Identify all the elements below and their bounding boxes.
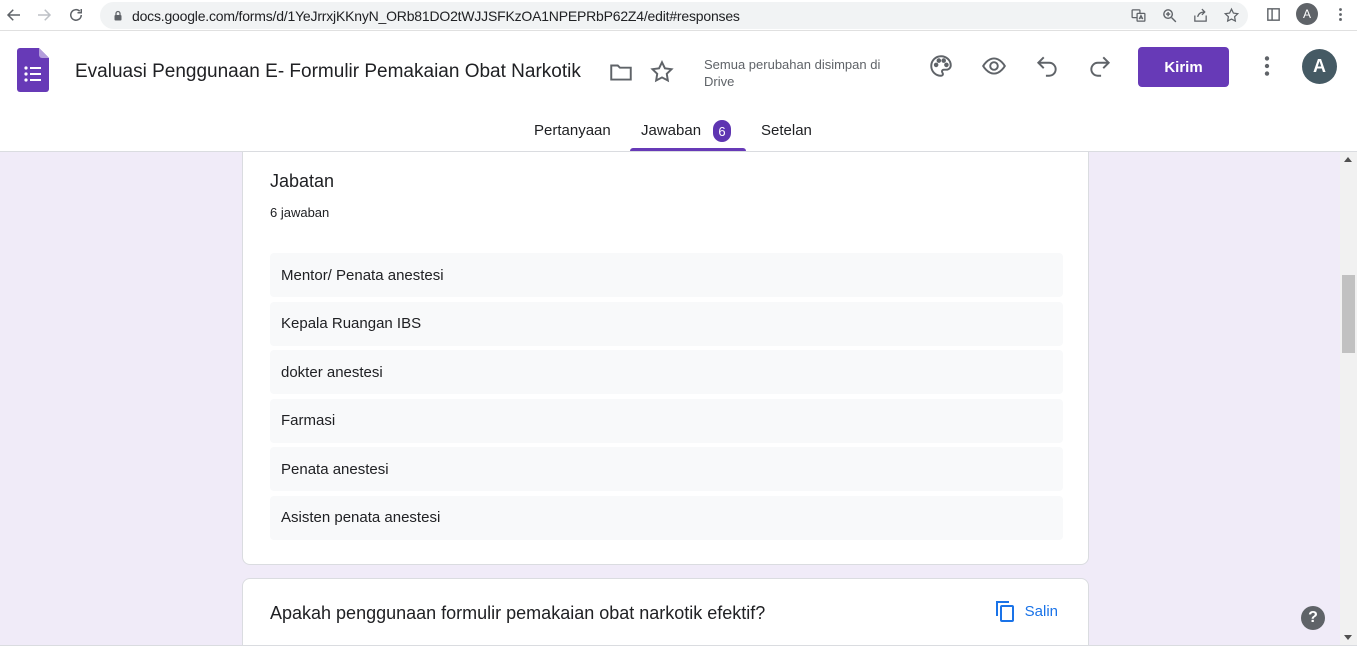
tab-settings-label: Setelan bbox=[761, 122, 812, 139]
undo-icon[interactable] bbox=[1034, 53, 1060, 79]
url-text: docs.google.com/forms/d/1YeJrrxjKKnyN_OR… bbox=[132, 7, 740, 24]
active-tab-indicator bbox=[630, 148, 746, 151]
answer-item: Kepala Ruangan IBS bbox=[270, 301, 1063, 346]
lock-icon bbox=[114, 10, 122, 20]
forward-icon[interactable] bbox=[30, 1, 58, 29]
translate-icon[interactable] bbox=[1130, 7, 1147, 24]
tab-questions[interactable]: Pertanyaan bbox=[534, 116, 611, 152]
palette-icon[interactable] bbox=[928, 53, 954, 79]
tab-responses-label: Jawaban bbox=[641, 122, 702, 139]
answer-item: Mentor/ Penata anestesi bbox=[270, 253, 1063, 297]
question-title: Jabatan bbox=[270, 171, 335, 191]
response-count-badge: 6 bbox=[713, 120, 732, 142]
form-tabs: Pertanyaan Jawaban 6 Setelan bbox=[0, 116, 1357, 152]
answer-item: Asisten penata anestesi bbox=[270, 495, 1063, 540]
reload-icon[interactable] bbox=[62, 1, 90, 29]
save-status: Semua perubahan disimpan di Drive bbox=[704, 57, 881, 89]
scroll-up-arrow-icon[interactable] bbox=[1344, 157, 1352, 162]
answer-item: Farmasi bbox=[270, 398, 1063, 443]
tab-questions-label: Pertanyaan bbox=[534, 122, 611, 139]
redo-icon[interactable] bbox=[1087, 53, 1113, 79]
zoom-icon[interactable] bbox=[1161, 7, 1178, 24]
tab-settings[interactable]: Setelan bbox=[761, 116, 812, 152]
forms-header: Evaluasi Penggunaan E- Formulir Pemakaia… bbox=[0, 31, 1357, 152]
folder-icon[interactable] bbox=[608, 59, 634, 85]
address-bar[interactable]: docs.google.com/forms/d/1YeJrrxjKKnyN_OR… bbox=[100, 2, 1248, 29]
bookmark-star-icon[interactable] bbox=[1223, 7, 1240, 24]
answer-item: Penata anestesi bbox=[270, 447, 1063, 491]
google-forms-logo-icon[interactable] bbox=[17, 48, 49, 92]
browser-toolbar: docs.google.com/forms/d/1YeJrrxjKKnyN_OR… bbox=[0, 0, 1357, 31]
window-bottom-edge bbox=[0, 645, 1357, 653]
share-icon[interactable] bbox=[1192, 7, 1209, 24]
scroll-down-arrow-icon[interactable] bbox=[1344, 635, 1352, 640]
answer-item: dokter anestesi bbox=[270, 350, 1063, 394]
next-question-card: Apakah penggunaan formulir pemakaian oba… bbox=[242, 578, 1089, 645]
answer-list: Mentor/ Penata anestesi Kepala Ruangan I… bbox=[270, 253, 1063, 544]
preview-eye-icon[interactable] bbox=[981, 53, 1007, 79]
tab-responses[interactable]: Jawaban 6 bbox=[641, 116, 732, 152]
page-scrollbar[interactable] bbox=[1340, 152, 1357, 645]
send-button[interactable]: Kirim bbox=[1138, 47, 1229, 87]
question-summary-card: Jabatan 6 jawaban Mentor/ Penata anestes… bbox=[242, 152, 1089, 565]
copy-chart-button[interactable]: Salin bbox=[993, 599, 1058, 623]
question-title: Apakah penggunaan formulir pemakaian oba… bbox=[270, 603, 766, 623]
side-panel-icon[interactable] bbox=[1265, 6, 1282, 23]
responses-content: Jabatan 6 jawaban Mentor/ Penata anestes… bbox=[0, 152, 1340, 645]
browser-menu-icon[interactable] bbox=[1332, 6, 1349, 23]
copy-label: Salin bbox=[1024, 602, 1058, 620]
more-options-icon[interactable] bbox=[1254, 53, 1280, 79]
browser-profile-avatar[interactable]: A bbox=[1296, 3, 1318, 25]
form-title[interactable]: Evaluasi Penggunaan E- Formulir Pemakaia… bbox=[75, 61, 581, 83]
star-icon[interactable] bbox=[649, 59, 675, 85]
help-icon[interactable]: ? bbox=[1301, 606, 1325, 630]
account-avatar[interactable]: A bbox=[1302, 49, 1337, 84]
scroll-thumb[interactable] bbox=[1342, 275, 1355, 353]
copy-icon bbox=[995, 601, 1014, 622]
back-icon[interactable] bbox=[0, 1, 28, 29]
response-count: 6 jawaban bbox=[270, 205, 330, 220]
